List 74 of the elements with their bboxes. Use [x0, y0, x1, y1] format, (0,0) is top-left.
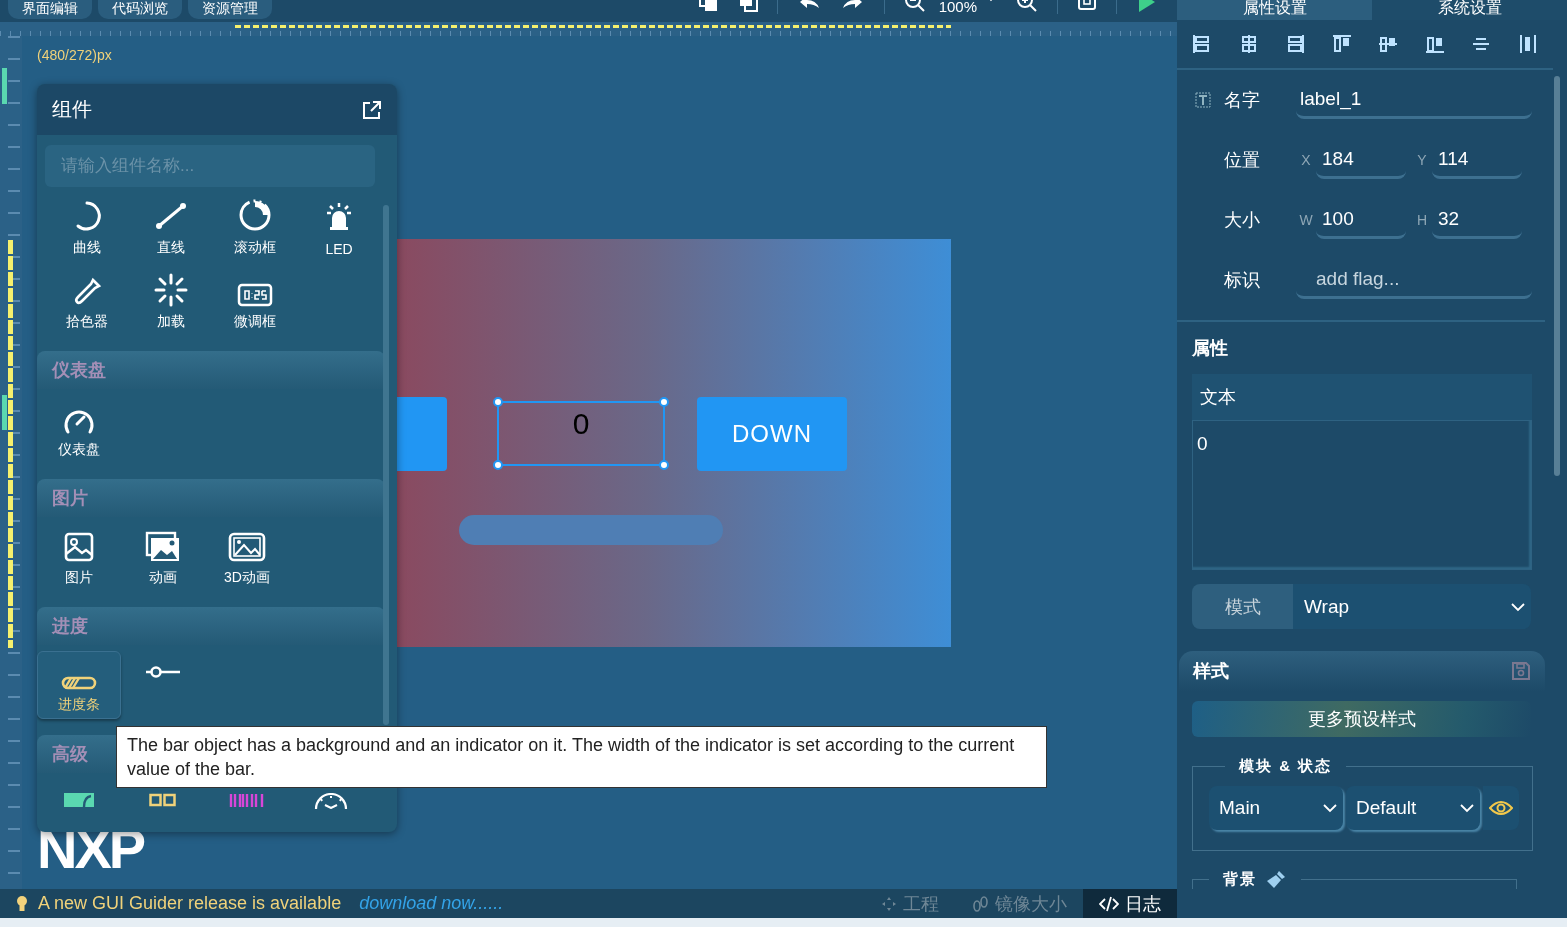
axis-label: H	[1415, 212, 1429, 228]
component-item[interactable]: 滚动框	[213, 193, 297, 261]
panel-tab[interactable]: 属性设置	[1177, 0, 1372, 20]
component-item[interactable]: 动画	[121, 523, 205, 591]
zoom-level[interactable]: 100%	[938, 0, 977, 14]
section-title: 属性	[1192, 337, 1229, 360]
axis-label: W	[1298, 212, 1314, 228]
group-legend: 模块 & 状态	[1225, 757, 1347, 776]
resize-handle[interactable]	[659, 460, 669, 470]
text-field[interactable]: 0	[1192, 420, 1532, 570]
state-select[interactable]: Default	[1346, 786, 1480, 830]
field-label: 标识	[1224, 269, 1261, 292]
component-item[interactable]: 图片	[37, 523, 121, 591]
barcode-icon	[229, 793, 265, 807]
text-type-icon	[1195, 92, 1211, 108]
scrollbar[interactable]	[1554, 76, 1560, 476]
group-legend: 背景	[1223, 869, 1257, 889]
component-item[interactable]: 进度条	[37, 651, 121, 719]
editor-tab[interactable]: 资源管理	[188, 0, 272, 19]
component-item[interactable]: 3D动画	[205, 523, 289, 591]
component-item[interactable]: 直线	[129, 193, 213, 261]
label-text: 0	[572, 409, 590, 439]
chart-icon	[64, 793, 94, 807]
editor-tab[interactable]: 代码浏览	[98, 0, 182, 19]
framed-image-icon	[227, 531, 267, 563]
images-icon	[145, 531, 181, 563]
download-link[interactable]: download now......	[359, 893, 504, 914]
component-item[interactable]: 微调框	[213, 267, 297, 335]
footprints-icon	[971, 894, 989, 913]
eyedropper-icon	[72, 277, 102, 307]
arrows-icon	[881, 895, 897, 912]
panel-title: 组件	[52, 97, 92, 122]
field-label: 大小	[1224, 209, 1261, 232]
slider-icon	[145, 665, 181, 679]
component-item[interactable]: 仪表盘	[37, 395, 121, 463]
progress-bar-icon	[61, 676, 97, 690]
screen-size-label: (480/272)px	[37, 47, 112, 63]
mode-label: 模式	[1192, 584, 1293, 629]
field-label: 位置	[1224, 149, 1261, 172]
align-icon[interactable]	[1330, 33, 1353, 55]
clock-icon	[313, 793, 349, 809]
component-item[interactable]: LED	[297, 193, 381, 261]
section-title: 样式	[1193, 660, 1229, 683]
resize-handle[interactable]	[659, 397, 669, 407]
component-item[interactable]: 拾色器	[45, 267, 129, 335]
search-field[interactable]: 请输入组件名称...	[45, 145, 375, 187]
chevron-down-icon	[1323, 803, 1337, 813]
component-item[interactable]: 曲线	[45, 193, 129, 261]
chevron-down-icon	[1511, 601, 1525, 612]
tooltip: The bar object has a background and an indicator on it. The width of the indicator is set according to the current value of the bar.	[116, 726, 1047, 788]
resize-handle[interactable]	[493, 460, 503, 470]
part-select[interactable]: Main	[1209, 786, 1343, 830]
axis-label: Y	[1416, 152, 1428, 168]
component-item[interactable]: 加载	[129, 267, 213, 335]
chevron-down-icon	[1460, 803, 1474, 813]
editor-tab[interactable]: 界面编辑	[8, 0, 92, 19]
mode-select[interactable]: Wrap	[1293, 584, 1531, 629]
loading-icon	[154, 273, 188, 307]
resize-handle[interactable]	[493, 397, 503, 407]
qr-code-icon	[149, 793, 177, 807]
lightbulb-icon	[16, 894, 28, 913]
axis-label: X	[1300, 152, 1312, 168]
code-icon	[1099, 895, 1119, 912]
spinner-icon	[237, 197, 273, 233]
digital-display-icon	[237, 283, 273, 307]
scrollbar[interactable]	[383, 205, 389, 725]
brush-icon	[1265, 869, 1287, 889]
status-tab[interactable]: 日志	[1083, 889, 1177, 918]
text-section-header: 文本	[1192, 374, 1532, 420]
status-message: A new GUI Guider release is available	[38, 893, 342, 914]
field-label: 名字	[1224, 89, 1261, 112]
eye-icon[interactable]	[1489, 800, 1513, 816]
image-icon	[63, 531, 95, 563]
external-link-icon[interactable]	[361, 98, 383, 121]
